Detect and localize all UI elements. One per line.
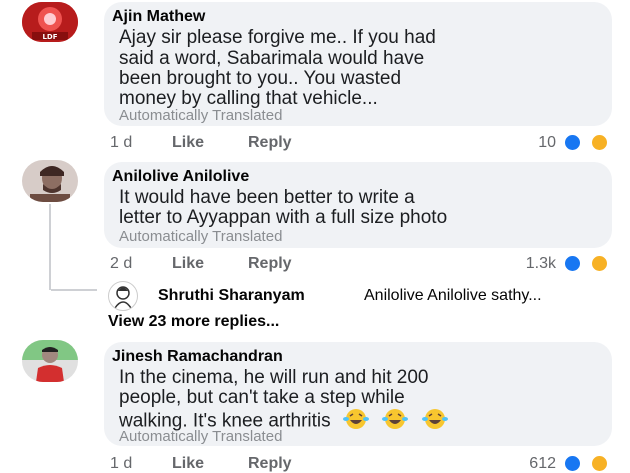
auto-translated-label[interactable]: Automatically Translated	[119, 228, 282, 245]
comment-text-line: people, but can't take a step while	[119, 387, 405, 408]
comment-text-line: It would have been better to write a	[119, 187, 415, 208]
like-reaction-icon[interactable]	[563, 254, 582, 273]
auto-translated-label[interactable]: Automatically Translated	[119, 428, 282, 445]
comment-text-line: been brought to you.. You wasted	[119, 68, 402, 89]
reply-thread-branch	[51, 289, 97, 291]
reply-avatar[interactable]	[108, 281, 138, 311]
avatar[interactable]: LDF	[22, 2, 78, 42]
laughing-emoji-icon	[381, 408, 409, 435]
avatar[interactable]	[22, 160, 78, 202]
comment-author[interactable]: Jinesh Ramachandran	[112, 348, 283, 366]
haha-reaction-icon[interactable]	[590, 454, 609, 473]
haha-reaction-icon[interactable]	[590, 254, 609, 273]
laughing-emoji-icon	[421, 408, 449, 435]
reply-button[interactable]: Reply	[248, 255, 292, 273]
avatar-image	[22, 340, 78, 382]
like-reaction-icon[interactable]	[563, 454, 582, 473]
avatar[interactable]	[22, 340, 78, 382]
avatar-image: LDF	[22, 2, 78, 42]
reply-avatar-image	[114, 286, 132, 309]
comment-timestamp[interactable]: 2 d	[110, 255, 132, 273]
like-button[interactable]: Like	[172, 455, 204, 473]
comment-timestamp[interactable]: 1 d	[110, 134, 132, 152]
reply-thread-line	[49, 204, 51, 290]
haha-reaction-icon[interactable]	[590, 133, 609, 152]
comment-author[interactable]: Ajin Mathew	[112, 8, 205, 26]
comment-text-line: Ajay sir please forgive me.. If you had	[119, 27, 436, 48]
reaction-count[interactable]: 612	[510, 455, 556, 473]
like-reaction-icon[interactable]	[563, 133, 582, 152]
comment-author[interactable]: Anilolive Anilolive	[112, 168, 249, 186]
reply-snippet[interactable]: Anilolive Anilolive sathy...	[364, 287, 542, 305]
reaction-count[interactable]: 10	[526, 134, 556, 152]
comment-text-line: In the cinema, he will run and hit 200	[119, 367, 429, 388]
comment-text-line: said a word, Sabarimala would have	[119, 48, 425, 69]
auto-translated-label[interactable]: Automatically Translated	[119, 107, 282, 124]
like-button[interactable]: Like	[172, 134, 204, 152]
comment-text-line: letter to Ayyappan with a full size phot…	[119, 207, 448, 228]
avatar-image	[22, 160, 78, 202]
like-button[interactable]: Like	[172, 255, 204, 273]
laughing-emoji-icon	[342, 408, 370, 435]
view-more-replies-link[interactable]: View 23 more replies...	[108, 313, 279, 331]
reaction-count[interactable]: 1.3k	[510, 255, 556, 273]
comment-text-line: money by calling that vehicle...	[119, 88, 378, 109]
reply-button[interactable]: Reply	[248, 455, 292, 473]
comment-timestamp[interactable]: 1 d	[110, 455, 132, 473]
avatar-badge-text: LDF	[42, 33, 57, 41]
reply-author[interactable]: Shruthi Sharanyam	[158, 287, 305, 305]
reply-button[interactable]: Reply	[248, 134, 292, 152]
